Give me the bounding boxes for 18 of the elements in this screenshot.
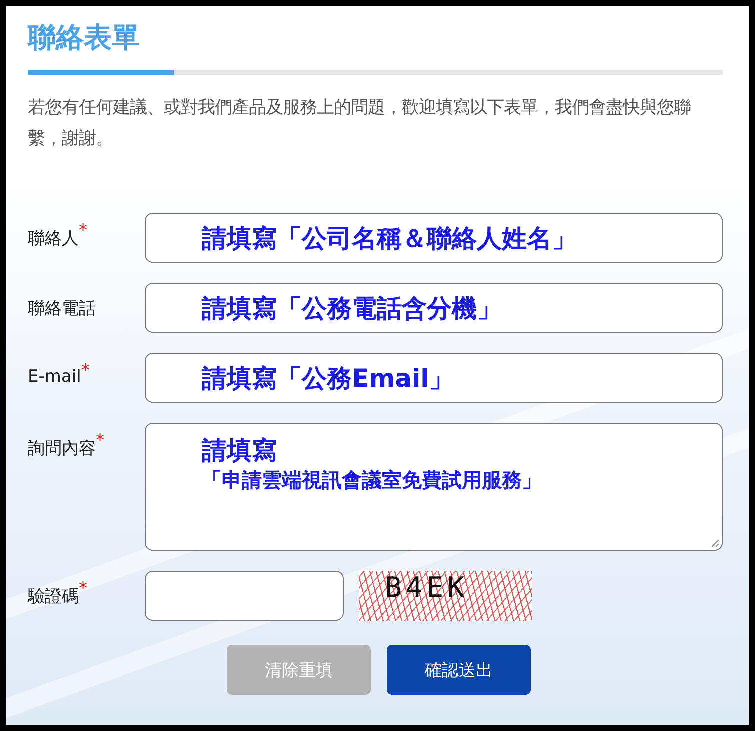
input-field[interactable]: 請填寫「公司名稱＆聯絡人姓名」 [145, 213, 723, 263]
required-mark: * [81, 361, 90, 381]
required-mark: * [96, 431, 104, 451]
required-mark: * [79, 579, 88, 599]
field-label: 聯絡電話 [28, 299, 96, 319]
field-label: E-mail [28, 367, 82, 387]
field-label: 聯絡人 [28, 229, 79, 249]
field-label: 驗證碼 [28, 587, 79, 607]
form-title: 聯絡表單 [28, 20, 140, 56]
required-mark: * [79, 221, 88, 241]
input-field[interactable]: 請填寫「公務電話含分機」 [145, 283, 723, 333]
intro-text: 若您有任何建議、或對我們產品及服務上的問題，歡迎填寫以下表單，我們會盡快與您聯繫，謝謝。 [28, 97, 692, 151]
resize-grip-icon[interactable] [710, 538, 720, 548]
message-field[interactable]: 請填寫 「申請雲端視訊會議室免費試用服務」 [145, 423, 723, 551]
field-label: 詢問內容 [28, 439, 96, 459]
input-field[interactable] [145, 571, 344, 621]
input-field[interactable]: 請填寫「公務Email」 [145, 353, 723, 403]
submit-button[interactable]: 確認送出 [387, 645, 531, 695]
